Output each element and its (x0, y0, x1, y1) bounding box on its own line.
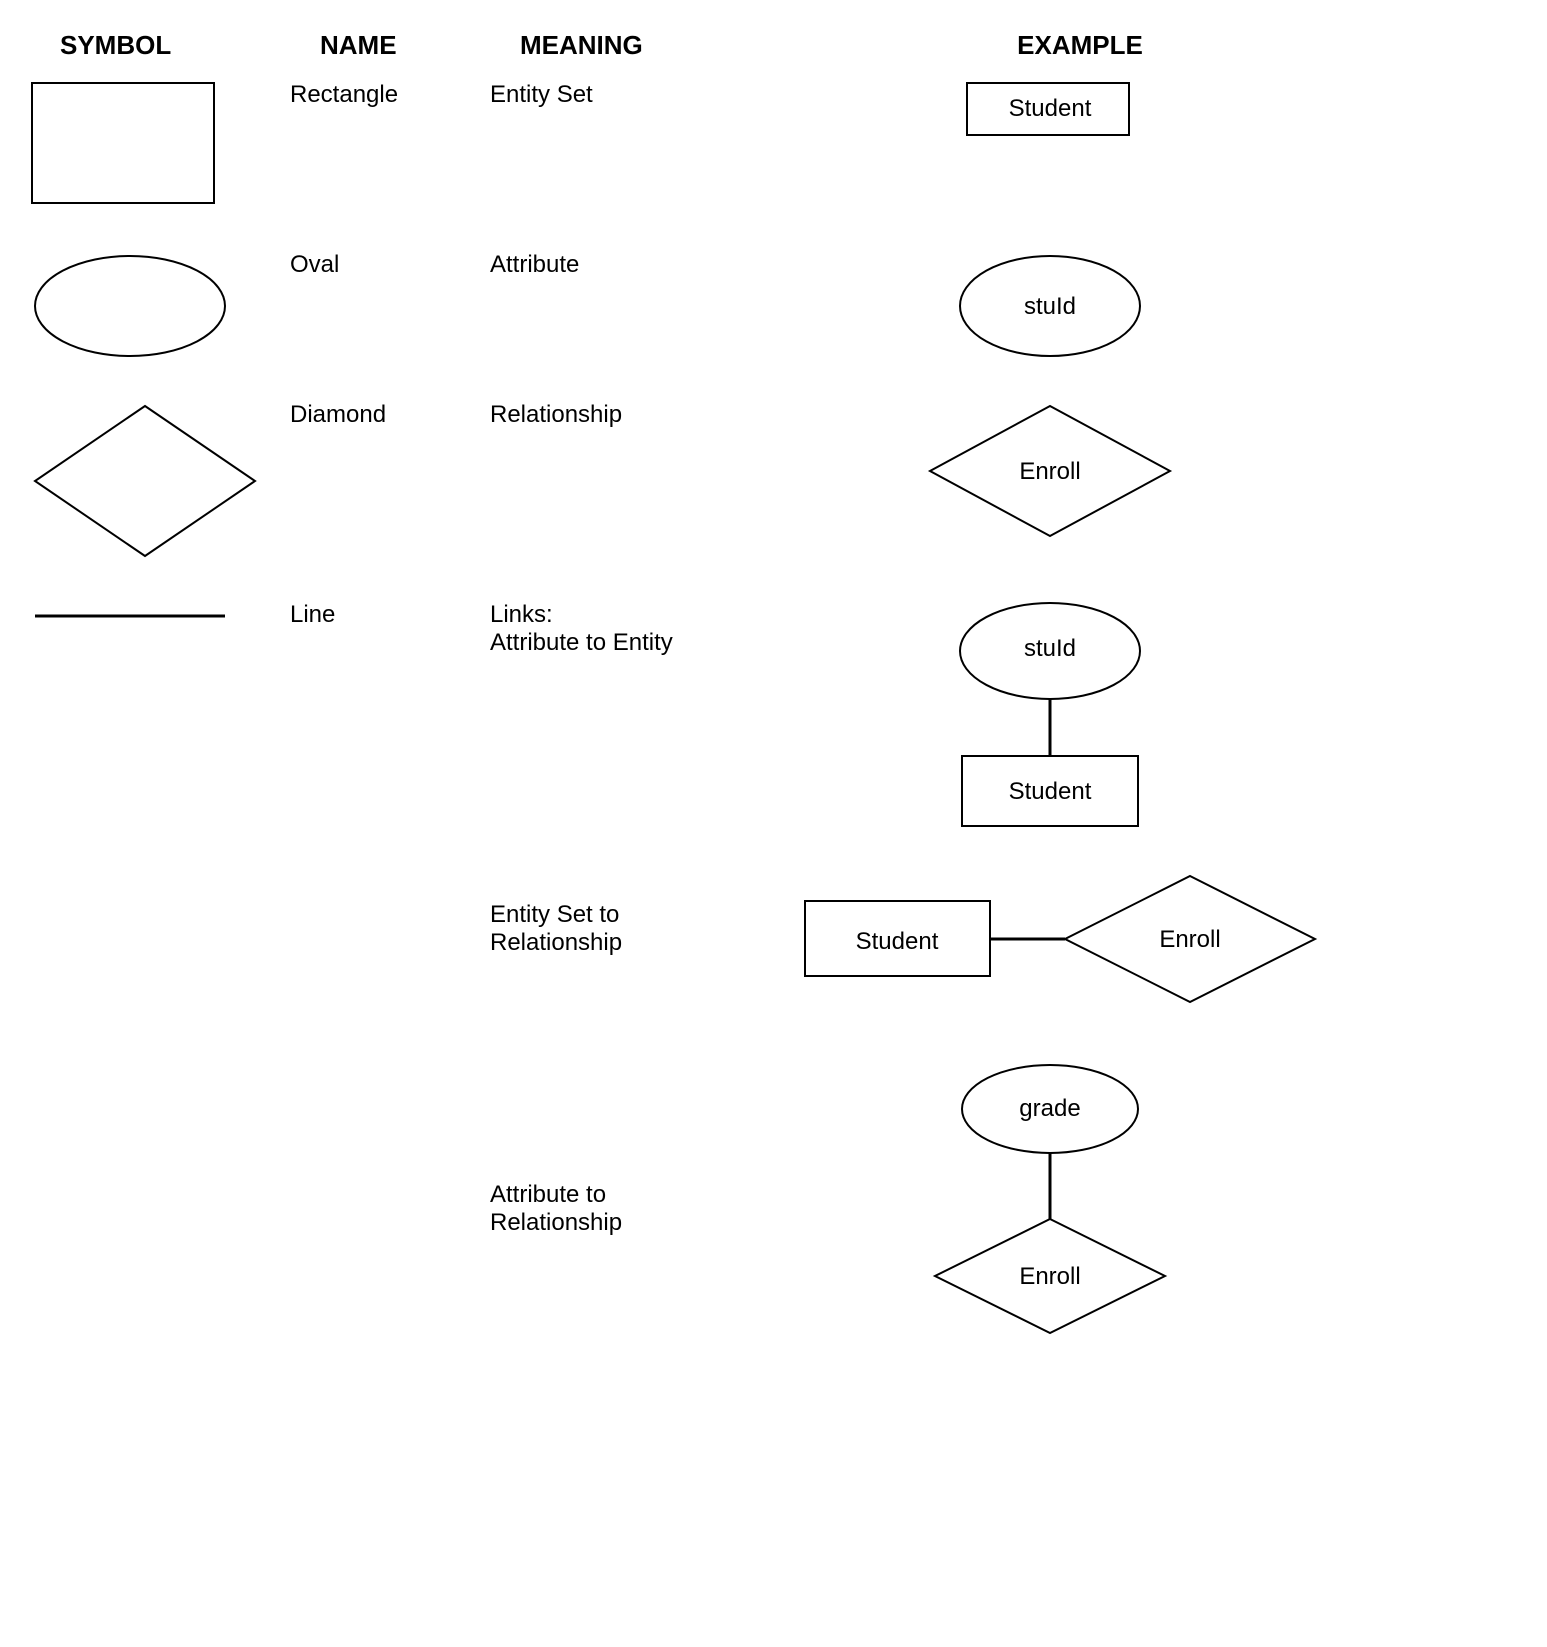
name-line: Line (290, 601, 490, 629)
example-enroll-diamond: Enroll (925, 401, 1175, 541)
example-ar-top: grade (1019, 1095, 1080, 1122)
example-er-right: Enroll (1159, 926, 1220, 953)
row-rectangle: Rectangle Entity Set Student (30, 81, 1517, 211)
example-rect-label: Student (1009, 95, 1092, 122)
meaning-diamond: Relationship (490, 401, 800, 429)
rectangle-shape-icon (30, 81, 220, 211)
example-line-bottom: Student (1009, 778, 1092, 805)
row-oval: Oval Attribute stuId (30, 251, 1517, 361)
row-diamond: Diamond Relationship Enroll (30, 401, 1517, 561)
example-entity-to-rel: Student Enroll (800, 871, 1320, 1021)
row-line: Line Links: Attribute to Entity stuId St… (30, 601, 1517, 831)
name-diamond: Diamond (290, 401, 490, 429)
example-attr-to-entity: stuId Student (940, 601, 1160, 831)
row-attr-to-rel: Attribute to Relationship grade Enroll (30, 1061, 1517, 1341)
name-oval: Oval (290, 251, 490, 279)
meaning-oval: Attribute (490, 251, 800, 279)
header-name: NAME (320, 30, 520, 61)
meaning-attr-rel: Attribute to Relationship (490, 1061, 800, 1237)
example-student-rect: Student (965, 81, 1135, 141)
row-entity-to-rel: Entity Set to Relationship Student Enrol… (30, 871, 1517, 1021)
example-ar-bottom: Enroll (1019, 1263, 1080, 1290)
name-rectangle: Rectangle (290, 81, 490, 109)
header-example: EXAMPLE (830, 30, 1330, 61)
diamond-shape-icon (30, 401, 260, 561)
header-symbol: SYMBOL (30, 30, 320, 61)
meaning-rectangle: Entity Set (490, 81, 800, 109)
example-stuid-oval: stuId (950, 251, 1150, 361)
example-er-left: Student (856, 928, 939, 955)
line-shape-icon (30, 601, 230, 631)
example-attr-to-rel: grade Enroll (920, 1061, 1180, 1341)
meaning-line: Links: Attribute to Entity (490, 601, 800, 657)
meaning-entity-rel: Entity Set to Relationship (490, 871, 800, 957)
example-diamond-label: Enroll (1019, 458, 1080, 485)
example-oval-label: stuId (1024, 293, 1076, 320)
table-header: SYMBOL NAME MEANING EXAMPLE (30, 30, 1517, 61)
header-meaning: MEANING (520, 30, 830, 61)
example-line-top: stuId (1024, 635, 1076, 662)
oval-shape-icon (30, 251, 230, 361)
